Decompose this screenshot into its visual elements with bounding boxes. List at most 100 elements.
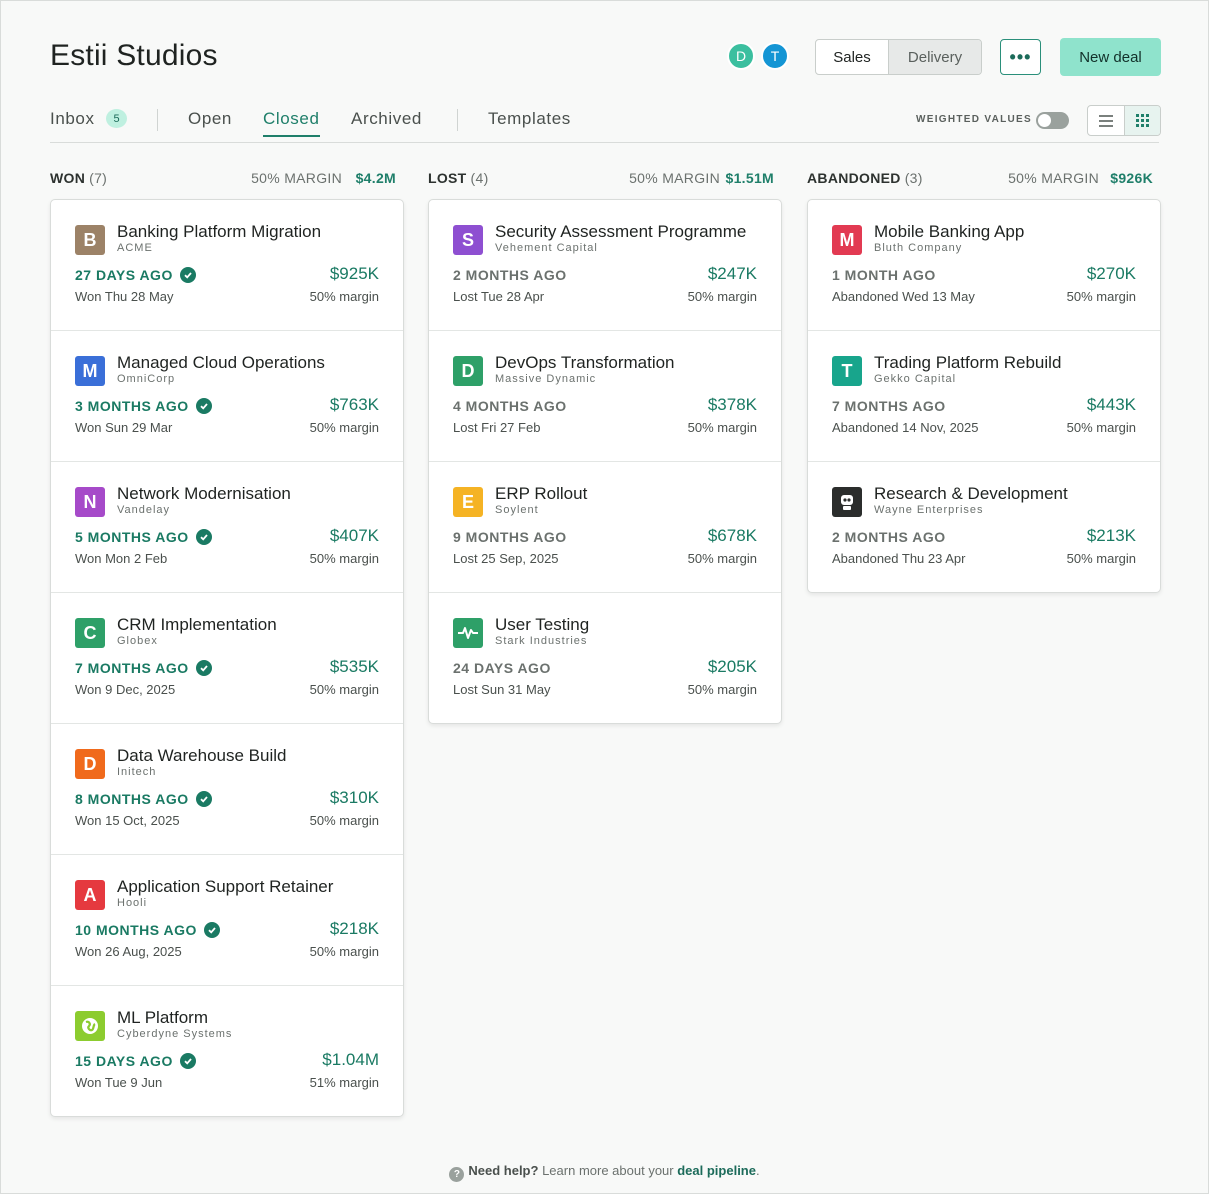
client-name: OmniCorp	[117, 373, 176, 385]
column-margin: 50% MARGIN	[251, 170, 342, 186]
client-name: Gekko Capital	[874, 373, 957, 385]
closed-date: Abandoned 14 Nov, 2025	[832, 420, 979, 435]
robot-icon	[837, 492, 857, 512]
deal-margin: 50% margin	[309, 551, 379, 566]
closed-date: Won Mon 2 Feb	[75, 551, 168, 566]
closed-ago: 9 MONTHS AGO	[453, 529, 567, 545]
deal-amount: $407K	[329, 526, 379, 545]
closed-date: Lost Tue 28 Apr	[453, 289, 545, 304]
deal-margin: 50% margin	[1066, 420, 1136, 435]
deal-name[interactable]: ERP Rollout	[495, 484, 587, 504]
help-icon: ?	[449, 1167, 465, 1182]
client-logo: E	[453, 487, 483, 517]
grid-view-button[interactable]	[1123, 106, 1160, 135]
avatar[interactable]: D	[727, 42, 755, 70]
deal-amount: $535K	[329, 657, 379, 676]
deal-name[interactable]: User Testing	[495, 615, 589, 635]
tab-closed[interactable]: Closed	[263, 109, 320, 137]
deal-name[interactable]: Application Support Retainer	[117, 877, 333, 897]
closed-ago: 5 MONTHS AGO	[75, 529, 212, 545]
deal-name[interactable]: Managed Cloud Operations	[117, 353, 325, 373]
closed-ago: 15 DAYS AGO	[75, 1053, 196, 1069]
segment-delivery[interactable]: Delivery	[888, 40, 981, 74]
client-logo: A	[75, 880, 105, 910]
deal-amount: $310K	[329, 788, 379, 807]
client-name: Cyberdyne Systems	[117, 1028, 233, 1040]
deal-card[interactable]: B Banking Platform Migration ACME 27 DAYS A…	[51, 200, 403, 330]
deal-card[interactable]: M Managed Cloud Operations OmniCorp 3 MONTH…	[51, 330, 403, 461]
column-total: $926K	[1110, 170, 1153, 186]
deal-card[interactable]: A Application Support Retainer Hooli 10 MON…	[51, 854, 403, 985]
deal-margin: 50% margin	[309, 944, 379, 959]
client-initial: M	[839, 229, 855, 250]
list-view-button[interactable]	[1088, 106, 1124, 135]
deal-pipeline-link[interactable]: deal pipeline	[677, 1163, 756, 1178]
list-icon	[1098, 114, 1113, 127]
client-logo: C	[75, 618, 105, 648]
column-margin: 50% MARGIN	[1008, 170, 1099, 186]
deal-name[interactable]: Banking Platform Migration	[117, 222, 321, 242]
closed-ago: 2 MONTHS AGO	[453, 267, 567, 283]
weighted-values-toggle[interactable]	[1036, 112, 1069, 129]
deal-card[interactable]: M Mobile Banking App Bluth Company 1 MONTH …	[808, 200, 1160, 330]
tab-open[interactable]: Open	[188, 109, 232, 129]
client-initial: M	[82, 360, 98, 381]
deal-name[interactable]: Network Modernisation	[117, 484, 291, 504]
client-initial: T	[841, 360, 853, 381]
column-name: LOST (4)	[428, 170, 489, 186]
client-name: Wayne Enterprises	[874, 504, 984, 516]
deal-name[interactable]: DevOps Transformation	[495, 353, 675, 373]
check-circle-icon	[195, 398, 212, 414]
client-logo: M	[75, 356, 105, 386]
deal-name[interactable]: ML Platform	[117, 1008, 208, 1028]
deal-margin: 50% margin	[687, 420, 757, 435]
deal-margin: 50% margin	[1066, 289, 1136, 304]
deal-card[interactable]: T Trading Platform Rebuild Gekko Capital 7 …	[808, 330, 1160, 461]
deal-name[interactable]: Trading Platform Rebuild	[874, 353, 1061, 373]
tab-archived[interactable]: Archived	[351, 109, 422, 129]
deal-name[interactable]: CRM Implementation	[117, 615, 277, 635]
check-circle-icon	[195, 791, 212, 807]
client-initial: D	[83, 753, 97, 774]
deal-name[interactable]: Data Warehouse Build	[117, 746, 286, 766]
avatar[interactable]: T	[761, 42, 789, 70]
deal-card[interactable]: User Testing Stark Industries 24 DAYS AGO $…	[429, 592, 781, 723]
deal-card[interactable]: D Data Warehouse Build Initech 8 MONTHS AGO…	[51, 723, 403, 854]
closed-ago: 10 MONTHS AGO	[75, 922, 220, 938]
deal-margin: 50% margin	[687, 289, 757, 304]
closed-date: Won Sun 29 Mar	[75, 420, 173, 435]
deal-name[interactable]: Security Assessment Programme	[495, 222, 746, 242]
deal-card[interactable]: Research & Development Wayne Enterprises 2…	[808, 461, 1160, 592]
deal-card[interactable]: ML Platform Cyberdyne Systems 15 DAYS AGO $…	[51, 985, 403, 1116]
closed-ago: 8 MONTHS AGO	[75, 791, 212, 807]
deal-amount: $205K	[707, 657, 757, 676]
closed-ago: 7 MONTHS AGO	[75, 660, 212, 676]
pulse-icon	[457, 625, 479, 641]
segment-sales[interactable]: Sales	[816, 40, 888, 74]
tab-inbox[interactable]: Inbox	[50, 109, 95, 129]
globe-icon	[80, 1016, 100, 1036]
deal-card[interactable]: E ERP Rollout Soylent 9 MONTHS AGO $678K Lost…	[429, 461, 781, 592]
column-total: $4.2M	[355, 170, 396, 186]
closed-date: Won Thu 28 May	[75, 289, 174, 304]
client-initial: A	[83, 884, 97, 905]
client-logo: D	[453, 356, 483, 386]
deal-card[interactable]: D DevOps Transformation Massive Dynamic 4 M…	[429, 330, 781, 461]
deal-card[interactable]: S Security Assessment Programme Vehement C…	[429, 200, 781, 330]
deal-card[interactable]: N Network Modernisation Vandelay 5 MONTHS A…	[51, 461, 403, 592]
check-circle-icon	[195, 660, 212, 676]
deal-name[interactable]: Mobile Banking App	[874, 222, 1024, 242]
client-logo	[75, 1011, 105, 1041]
deal-name[interactable]: Research & Development	[874, 484, 1068, 504]
deal-card[interactable]: C CRM Implementation Globex 7 MONTHS AGO $53…	[51, 592, 403, 723]
grid-icon	[1135, 114, 1149, 127]
column-header: ABANDONED (3) 50% MARGIN $926K	[807, 169, 1161, 189]
closed-date: Won 9 Dec, 2025	[75, 682, 176, 697]
more-options-button[interactable]: •••	[1000, 39, 1041, 75]
tab-templates[interactable]: Templates	[488, 109, 571, 129]
sales-delivery-toggle: Sales Delivery	[815, 39, 982, 75]
new-deal-button[interactable]: New deal	[1060, 38, 1161, 76]
client-name: Soylent	[495, 504, 539, 516]
view-switcher	[1087, 105, 1161, 136]
column-total: $1.51M	[725, 170, 774, 186]
